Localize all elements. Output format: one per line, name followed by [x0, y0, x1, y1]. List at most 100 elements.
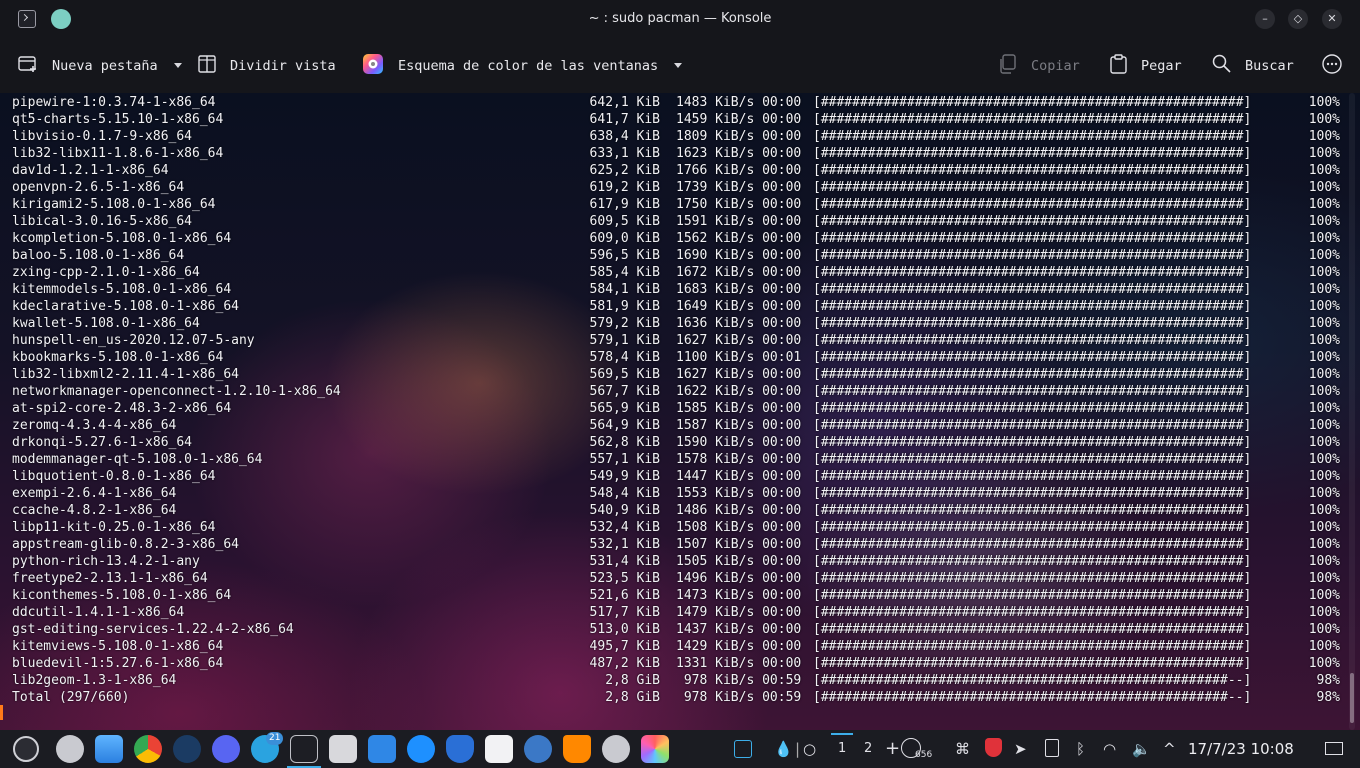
window-icon[interactable]: [734, 740, 752, 758]
download-size: 567,7 KiB: [589, 384, 660, 399]
progress-bar-text: [#######################################…: [813, 265, 1252, 280]
progress-percent: 100%: [1308, 197, 1340, 212]
download-size: 578,4 KiB: [589, 350, 660, 365]
telegram-icon[interactable]: 21: [251, 732, 284, 763]
progress-percent: 100%: [1308, 299, 1340, 314]
download-rate: 1649 KiB/s 00:00: [676, 299, 802, 314]
split-view-button[interactable]: Dividir vista: [198, 38, 336, 93]
progress-percent: 100%: [1308, 554, 1340, 569]
package-name: kitemviews-5.108.0-1-x86_64: [12, 639, 224, 654]
progress-bar-text: [#######################################…: [813, 605, 1252, 620]
minimize-button[interactable]: –: [1255, 9, 1275, 29]
vlc-icon[interactable]: [563, 735, 591, 763]
desktop-1[interactable]: 1: [838, 738, 846, 760]
more-options-button[interactable]: [1322, 38, 1342, 93]
download-rate: 1331 KiB/s 00:00: [676, 656, 802, 671]
volume-icon[interactable]: 🔈: [1132, 738, 1151, 760]
progress-bar-text: [#######################################…: [813, 554, 1252, 569]
close-button[interactable]: ✕: [1322, 9, 1342, 29]
progress-bar-text: [#######################################…: [813, 452, 1252, 467]
chrome-icon[interactable]: [134, 735, 162, 763]
window-titlebar[interactable]: ~ : sudo pacman — Konsole – ◇ ✕: [0, 0, 1360, 38]
progress-bar-text: [#######################################…: [813, 469, 1252, 484]
progress-percent: 100%: [1308, 469, 1340, 484]
package-name: libquotient-0.8.0-1-x86_64: [12, 469, 216, 484]
progress-percent: 100%: [1308, 282, 1340, 297]
paste-label: Pegar: [1141, 57, 1182, 74]
telegram-tray-icon[interactable]: ➤: [1014, 738, 1027, 760]
discord-icon[interactable]: [212, 735, 240, 763]
maximize-button[interactable]: ◇: [1288, 9, 1308, 29]
copy-button[interactable]: Copiar: [999, 38, 1080, 93]
photos-icon[interactable]: [641, 735, 669, 763]
progress-bar-text: [#######################################…: [813, 316, 1252, 331]
download-size: 523,5 KiB: [589, 571, 660, 586]
command-icon[interactable]: ⌘: [955, 738, 970, 760]
download-rate: 1672 KiB/s 00:00: [676, 265, 802, 280]
terminal-view[interactable]: pipewire-1:0.3.74-1-x86_64 642,1 KiB 1483 …: [0, 93, 1360, 730]
package-name: kdeclarative-5.108.0-1-x86_64: [12, 299, 239, 314]
paste-button[interactable]: Pegar: [1110, 38, 1182, 93]
circle-icon[interactable]: ○: [803, 738, 816, 760]
split-view-icon: [198, 54, 216, 77]
wifi-icon[interactable]: ◠: [1103, 738, 1116, 760]
shield-icon[interactable]: [985, 738, 1002, 757]
download-rate: 1447 KiB/s 00:00: [676, 469, 802, 484]
konsole-icon[interactable]: [290, 735, 318, 763]
download-size: 642,1 KiB: [589, 95, 660, 110]
progress-bar-text: [#######################################…: [813, 180, 1252, 195]
download-rate: 1437 KiB/s 00:00: [676, 622, 802, 637]
progress-percent: 100%: [1308, 248, 1340, 263]
bluetooth-icon[interactable]: ᛒ: [1076, 738, 1085, 760]
search-button[interactable]: Buscar: [1212, 38, 1294, 93]
settings-icon[interactable]: [56, 735, 84, 763]
chevron-down-icon[interactable]: [674, 63, 683, 68]
progress-bar-text: [#######################################…: [813, 231, 1252, 246]
progress-percent: 100%: [1308, 503, 1340, 518]
progress-percent: 100%: [1308, 350, 1340, 365]
progress-bar-text: [#######################################…: [813, 673, 1252, 688]
package-name: kwallet-5.108.0-1-x86_64: [12, 316, 200, 331]
clock[interactable]: 17/7/23 10:08: [1188, 738, 1294, 760]
download-rate: 1486 KiB/s 00:00: [676, 503, 802, 518]
download-rate: 1505 KiB/s 00:00: [676, 554, 802, 569]
download-rate: 1496 KiB/s 00:00: [676, 571, 802, 586]
discover-icon[interactable]: [368, 735, 396, 763]
download-size: 625,2 KiB: [589, 163, 660, 178]
steam-icon[interactable]: [173, 735, 201, 763]
color-scheme-icon: [362, 53, 384, 79]
progress-bar-text: [#######################################…: [813, 588, 1252, 603]
thunderbird-icon[interactable]: [524, 735, 552, 763]
chevron-down-icon[interactable]: [173, 63, 182, 68]
downloader-icon[interactable]: [407, 735, 435, 763]
progress-bar-text: [#######################################…: [813, 537, 1252, 552]
scrollbar[interactable]: [1349, 93, 1355, 730]
system-monitor-icon[interactable]: [485, 735, 513, 763]
files-icon[interactable]: [95, 735, 123, 763]
download-size: 531,4 KiB: [589, 554, 660, 569]
vpn-shield-icon[interactable]: [446, 735, 474, 763]
new-tab-button[interactable]: Nueva pestaña: [18, 38, 182, 93]
scrollbar-thumb[interactable]: [1350, 673, 1354, 723]
droplet-icon[interactable]: 💧: [774, 738, 793, 760]
progress-bar-text: [#######################################…: [813, 350, 1252, 365]
download-rate: 1750 KiB/s 00:00: [676, 197, 802, 212]
progress-percent: 100%: [1308, 588, 1340, 603]
progress-percent: 100%: [1308, 520, 1340, 535]
package-name: bluedevil-1:5.27.6-1-x86_64: [12, 656, 224, 671]
app-launcher-icon[interactable]: [13, 736, 39, 762]
package-name: drkonqi-5.27.6-1-x86_64: [12, 435, 193, 450]
desktop-2[interactable]: 2: [864, 738, 872, 760]
chevron-up-icon[interactable]: ^: [1163, 738, 1176, 760]
kvantum-icon[interactable]: [329, 735, 357, 763]
progress-percent: 100%: [1308, 214, 1340, 229]
add-icon[interactable]: +: [885, 738, 900, 760]
download-size: 569,5 KiB: [589, 367, 660, 382]
clipboard-icon[interactable]: [1045, 739, 1059, 757]
package-name: exempi-2.6.4-1-x86_64: [12, 486, 177, 501]
show-desktop-icon[interactable]: [1325, 742, 1343, 755]
download-rate: 1483 KiB/s 00:00: [676, 95, 802, 110]
system-settings-icon[interactable]: [602, 735, 630, 763]
color-scheme-button[interactable]: Esquema de color de las ventanas: [362, 38, 683, 93]
download-size: 619,2 KiB: [589, 180, 660, 195]
